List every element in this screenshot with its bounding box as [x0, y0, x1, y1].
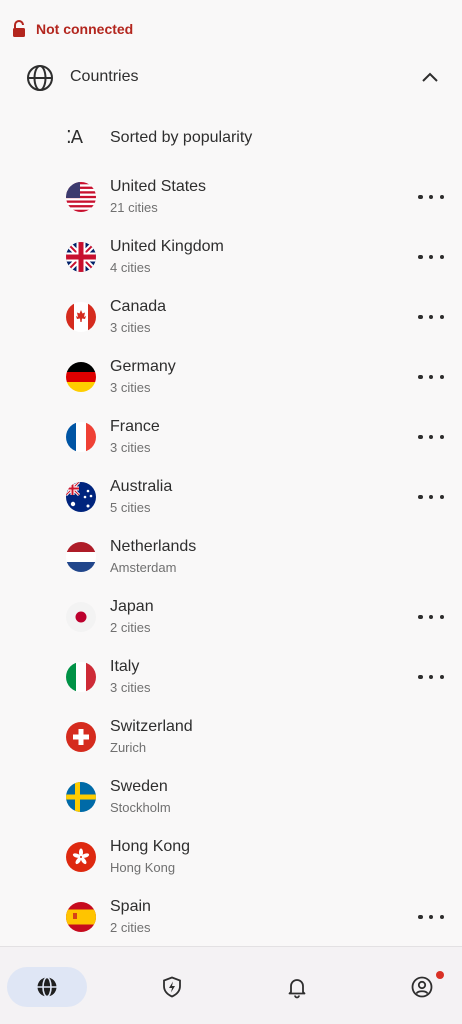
sort-label: Sorted by popularity [110, 129, 253, 146]
country-row[interactable]: Netherlands Amsterdam [0, 530, 462, 584]
chevron-up-icon[interactable] [418, 66, 442, 90]
country-row[interactable]: Italy 3 cities [0, 650, 462, 704]
country-subtitle: 5 cities [110, 500, 151, 515]
country-name: Australia [110, 478, 173, 495]
sort-option[interactable]: ⁚A Sorted by popularity [0, 118, 462, 158]
country-subtitle: Zurich [110, 740, 147, 755]
country-row[interactable]: Hong Kong Hong Kong [0, 830, 462, 884]
country-subtitle: Stockholm [110, 800, 171, 815]
country-subtitle: Hong Kong [110, 860, 176, 875]
country-name: Switzerland [110, 718, 193, 735]
country-name: Spain [110, 898, 151, 915]
country-name: Germany [110, 358, 176, 375]
more-options-icon[interactable] [418, 428, 444, 446]
country-subtitle: Amsterdam [110, 560, 177, 575]
countries-section-header[interactable]: Countries [0, 56, 462, 100]
country-row[interactable]: Germany 3 cities [0, 350, 462, 404]
more-options-icon[interactable] [418, 368, 444, 386]
bell-icon [288, 979, 306, 999]
italy-flag-icon [66, 662, 96, 692]
nav-protection[interactable] [132, 967, 212, 1007]
australia-flag-icon [66, 482, 96, 512]
spain-flag-icon [66, 902, 96, 932]
connection-status: Not connected [12, 20, 133, 38]
country-row[interactable]: Switzerland Zurich [0, 710, 462, 764]
country-subtitle: 3 cities [110, 380, 151, 395]
more-options-icon[interactable] [418, 608, 444, 626]
nav-countries[interactable] [7, 967, 87, 1007]
connection-status-text: Not connected [36, 21, 134, 37]
uk-flag-icon [66, 242, 96, 272]
country-name: Sweden [110, 778, 168, 795]
country-row[interactable]: Sweden Stockholm [0, 770, 462, 824]
us-flag-icon [66, 182, 96, 212]
sort-alpha-icon: ⁚A [66, 127, 83, 148]
switzerland-flag-icon [66, 722, 96, 752]
nav-profile[interactable] [382, 967, 462, 1007]
country-row[interactable]: United Kingdom 4 cities [0, 230, 462, 284]
country-subtitle: 3 cities [110, 320, 151, 335]
country-name: Hong Kong [110, 838, 191, 855]
country-name: Netherlands [110, 538, 197, 555]
country-row[interactable]: France 3 cities [0, 410, 462, 464]
country-name: Italy [110, 658, 140, 675]
more-options-icon[interactable] [418, 488, 444, 506]
country-name: Canada [110, 298, 167, 315]
shield-bolt-icon [163, 976, 181, 998]
country-subtitle: 4 cities [110, 260, 151, 275]
more-options-icon[interactable] [418, 668, 444, 686]
country-row[interactable]: Australia 5 cities [0, 470, 462, 524]
netherlands-flag-icon [66, 542, 96, 572]
japan-flag-icon [66, 602, 96, 632]
section-title: Countries [70, 68, 139, 85]
country-row[interactable]: Canada 3 cities [0, 290, 462, 344]
more-options-icon[interactable] [418, 248, 444, 266]
country-name: Japan [110, 598, 154, 615]
country-subtitle: 21 cities [110, 200, 158, 215]
country-name: France [110, 418, 160, 435]
hongkong-flag-icon [66, 842, 96, 872]
profile-icon [411, 976, 433, 998]
country-subtitle: 3 cities [110, 440, 151, 455]
more-options-icon[interactable] [418, 188, 444, 206]
france-flag-icon [66, 422, 96, 452]
country-subtitle: 2 cities [110, 620, 151, 635]
country-subtitle: 2 cities [110, 920, 151, 935]
globe-icon [37, 976, 57, 998]
country-row[interactable]: United States 21 cities [0, 170, 462, 224]
bottom-navigation [0, 946, 462, 1024]
country-name: United Kingdom [110, 238, 224, 255]
globe-icon [27, 65, 53, 91]
more-options-icon[interactable] [418, 908, 444, 926]
lock-open-icon [13, 20, 25, 37]
germany-flag-icon [66, 362, 96, 392]
canada-flag-icon [66, 302, 96, 332]
country-subtitle: 3 cities [110, 680, 151, 695]
nav-notifications[interactable] [257, 967, 337, 1007]
country-row[interactable]: Japan 2 cities [0, 590, 462, 644]
notification-badge [436, 971, 444, 979]
country-name: United States [110, 178, 207, 195]
country-row[interactable]: Spain 2 cities [0, 890, 462, 944]
sweden-flag-icon [66, 782, 96, 812]
more-options-icon[interactable] [418, 308, 444, 326]
